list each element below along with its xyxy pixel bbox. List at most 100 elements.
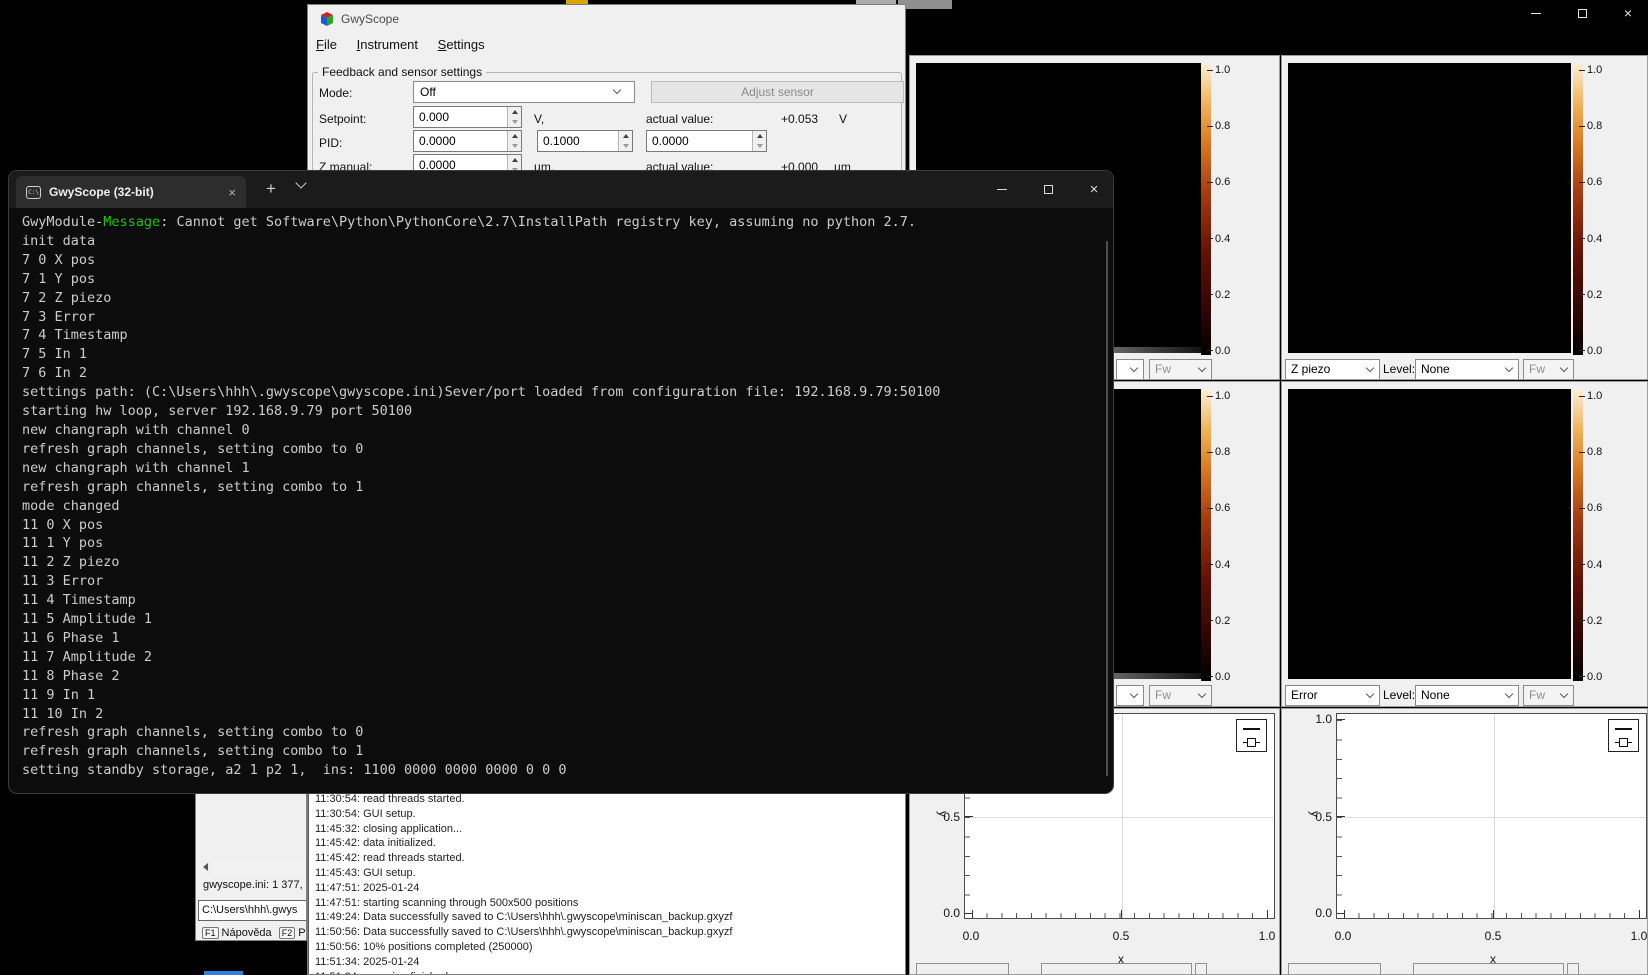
gridline bbox=[1337, 817, 1646, 818]
x-major-tick bbox=[1267, 910, 1268, 918]
spin-down-icon[interactable] bbox=[753, 141, 766, 151]
colorbar-tick-label: 0.6 bbox=[1207, 502, 1247, 514]
direction-combo[interactable]: Fw bbox=[1149, 359, 1212, 380]
colorbar-tick-label: 0.2 bbox=[1579, 615, 1619, 627]
chevron-down-icon bbox=[1560, 363, 1568, 371]
terminal-maximize-button[interactable] bbox=[1033, 177, 1063, 201]
spin-up-icon[interactable] bbox=[619, 131, 632, 141]
direction-value: Fw bbox=[1155, 688, 1171, 702]
colorbar-tick-label: 1.0 bbox=[1207, 64, 1247, 76]
log-line: 11:51:34: scanning finished bbox=[309, 970, 906, 975]
new-tab-button[interactable]: + bbox=[259, 179, 283, 199]
spin-up-icon[interactable] bbox=[508, 131, 521, 141]
graph-combo-cut[interactable] bbox=[1041, 963, 1192, 975]
colorbar-scale: 1.00.80.60.40.20.0 bbox=[1579, 64, 1619, 357]
terminal-close-button[interactable]: × bbox=[1079, 177, 1109, 201]
mode-combo[interactable]: Off bbox=[413, 81, 635, 103]
level-combo[interactable]: None bbox=[1415, 359, 1519, 380]
spin-up-icon[interactable] bbox=[508, 107, 521, 117]
log-line: 11:50:56: 10% positions completed (25000… bbox=[309, 940, 906, 955]
message-log-list[interactable]: 11:30:54: read threads started.11:30:54:… bbox=[308, 791, 906, 975]
x-major-tick bbox=[1639, 910, 1640, 918]
colorbar-tick-label: 0.0 bbox=[1579, 345, 1619, 357]
graph-legend-icon[interactable] bbox=[1608, 719, 1639, 752]
close-icon: × bbox=[1090, 181, 1099, 198]
menu-file[interactable]: File bbox=[308, 34, 345, 52]
pid-d-spinbox[interactable]: 0.0000 bbox=[646, 130, 767, 152]
graph-button-cut[interactable] bbox=[1567, 963, 1579, 975]
y-tick-label: 0.0 bbox=[1304, 906, 1332, 920]
background-maximize-button[interactable] bbox=[1567, 4, 1597, 22]
status-bar: F1Nápověda F2P bbox=[202, 927, 306, 941]
scan-image[interactable] bbox=[1288, 389, 1571, 679]
graph-combo-cut[interactable] bbox=[916, 963, 1009, 975]
console-line: 7 6 In 2 bbox=[22, 364, 1097, 383]
console-line: starting hw loop, server 192.168.9.79 po… bbox=[22, 402, 1097, 421]
graph-plot-area[interactable] bbox=[1336, 713, 1647, 919]
colorbar-tick-label: 1.0 bbox=[1207, 390, 1247, 402]
terminal-minimize-button[interactable] bbox=[987, 177, 1017, 201]
console-line: 7 5 In 1 bbox=[22, 345, 1097, 364]
direction-value: Fw bbox=[1529, 362, 1545, 376]
x-tick-label: 1.0 bbox=[1624, 929, 1648, 943]
console-line: new changraph with channel 1 bbox=[22, 459, 1097, 478]
f2-label: P bbox=[298, 927, 305, 939]
background-minimize-button[interactable] bbox=[1521, 4, 1551, 22]
setpoint-spinbox[interactable]: 0.000 bbox=[413, 106, 522, 128]
spin-up-icon[interactable] bbox=[508, 155, 521, 165]
channel-combo[interactable]: Error bbox=[1285, 685, 1380, 706]
horizontal-scrollbar[interactable] bbox=[197, 859, 307, 875]
graph-legend-icon[interactable] bbox=[1236, 719, 1267, 752]
colorbar-scale: 1.00.80.60.40.20.0 bbox=[1579, 390, 1619, 683]
terminal-tab[interactable]: C:\ GwyScope (32-bit) × bbox=[16, 176, 246, 208]
channel-combo-cut[interactable] bbox=[1116, 685, 1144, 706]
setpoint-value: 0.000 bbox=[414, 107, 521, 124]
minimize-icon bbox=[1531, 13, 1541, 14]
gwyscope-logo-icon bbox=[319, 11, 335, 32]
graph-button-cut[interactable] bbox=[1195, 963, 1207, 975]
scan-image[interactable] bbox=[1288, 63, 1571, 353]
actual-value: +0.053 bbox=[781, 112, 818, 126]
colorbar-tick-label: 0.0 bbox=[1207, 345, 1247, 357]
menu-settings[interactable]: Settings bbox=[430, 34, 493, 52]
menu-instrument[interactable]: Instrument bbox=[349, 34, 426, 52]
direction-combo[interactable]: Fw bbox=[1523, 685, 1574, 706]
spin-up-icon[interactable] bbox=[753, 131, 766, 141]
direction-combo[interactable]: Fw bbox=[1523, 359, 1574, 380]
colorbar-tick-label: 0.0 bbox=[1207, 671, 1247, 683]
spin-down-icon[interactable] bbox=[619, 141, 632, 151]
channel-combo[interactable]: Z piezo bbox=[1285, 359, 1380, 380]
spin-down-icon[interactable] bbox=[508, 117, 521, 127]
log-line: 11:30:54: GUI setup. bbox=[309, 807, 906, 822]
colorbar-tick-label: 0.2 bbox=[1579, 289, 1619, 301]
console-line: 7 1 Y pos bbox=[22, 270, 1097, 289]
scroll-left-icon[interactable] bbox=[197, 859, 213, 875]
terminal-title-bar[interactable]: C:\ GwyScope (32-bit) × + × bbox=[9, 171, 1113, 208]
colorbar-scale: 1.00.80.60.40.20.0 bbox=[1207, 64, 1247, 357]
path-input[interactable]: C:\Users\hhh\.gwys bbox=[198, 900, 307, 921]
level-combo[interactable]: None bbox=[1415, 685, 1519, 706]
tab-dropdown-icon[interactable] bbox=[295, 177, 306, 188]
title-bar[interactable]: GwyScope bbox=[308, 5, 905, 34]
direction-combo[interactable]: Fw bbox=[1149, 685, 1212, 706]
background-close-button[interactable]: × bbox=[1613, 4, 1643, 22]
colorbar-tick-label: 0.8 bbox=[1207, 446, 1247, 458]
channel-value: Error bbox=[1291, 688, 1318, 702]
channel-combo-cut[interactable] bbox=[1116, 359, 1144, 380]
channel-value: Z piezo bbox=[1291, 362, 1330, 376]
mode-value: Off bbox=[420, 85, 436, 99]
adjust-sensor-button[interactable]: Adjust sensor bbox=[651, 81, 904, 103]
colorbar-tick-label: 1.0 bbox=[1579, 64, 1619, 76]
pid-i-spinbox[interactable]: 0.1000 bbox=[537, 130, 633, 152]
console-output[interactable]: GwyModule-Message: Cannot get Software\P… bbox=[22, 213, 1097, 787]
console-line: refresh graph channels, setting combo to… bbox=[22, 440, 1097, 459]
graph-combo-cut[interactable] bbox=[1288, 963, 1381, 975]
terminal-scrollbar[interactable] bbox=[1106, 241, 1108, 776]
console-line: 11 2 Z piezo bbox=[22, 553, 1097, 572]
pid-p-spinbox[interactable]: 0.0000 bbox=[413, 130, 522, 152]
spin-down-icon[interactable] bbox=[508, 141, 521, 151]
console-line: refresh graph channels, setting combo to… bbox=[22, 742, 1097, 761]
tab-close-icon[interactable]: × bbox=[222, 185, 246, 200]
graph-combo-cut[interactable] bbox=[1413, 963, 1564, 975]
console-line: setting standby storage, a2 1 p2 1, ins:… bbox=[22, 761, 1097, 780]
